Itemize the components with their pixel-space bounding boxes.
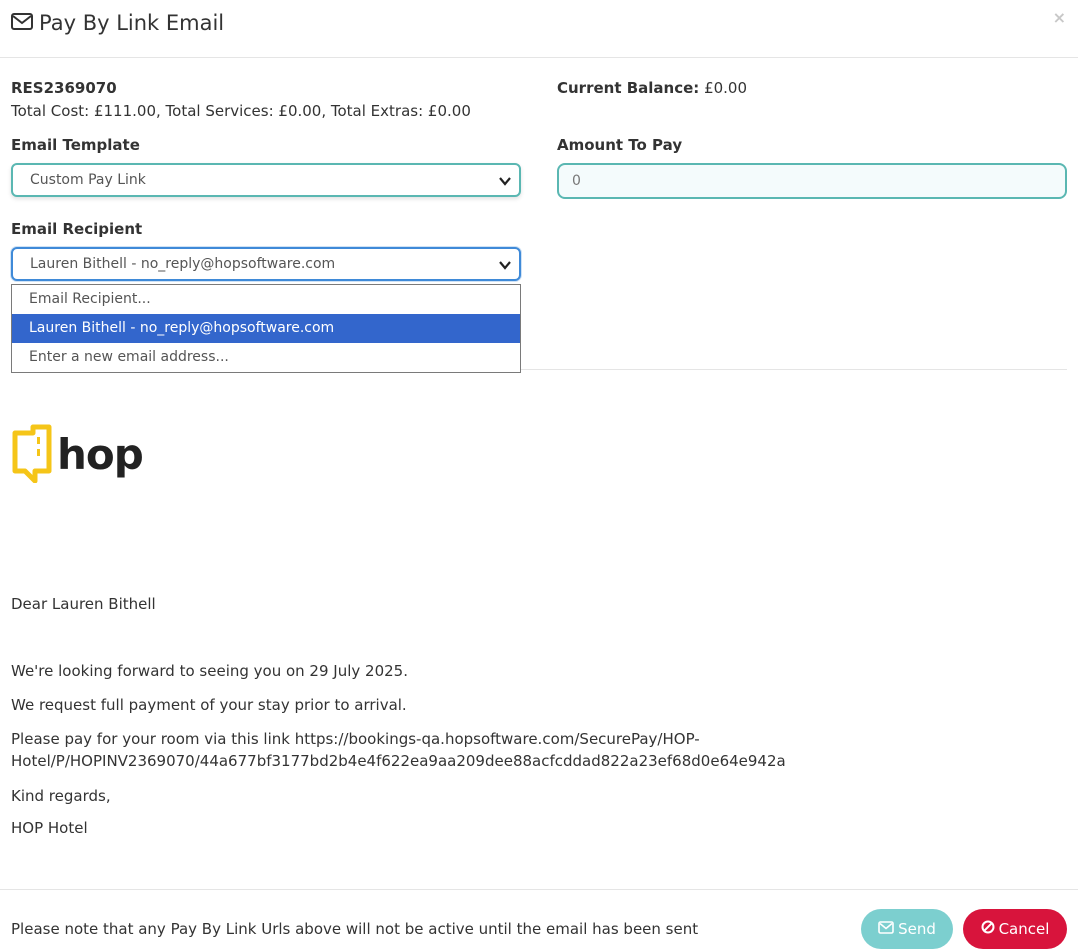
email-recipient-value: Lauren Bithell - no_reply@hopsoftware.co…	[30, 256, 336, 272]
modal-title-text: Pay By Link Email	[39, 11, 225, 35]
email-recipient-select[interactable]: Lauren Bithell - no_reply@hopsoftware.co…	[11, 247, 521, 281]
chevron-down-icon	[498, 174, 512, 192]
email-line-3b: Hotel/P/HOPINV2369070/44a677bf3177bd2b4e…	[11, 752, 786, 770]
email-template-select[interactable]: Custom Pay Link	[11, 163, 521, 197]
current-balance: Current Balance: £0.00	[557, 79, 747, 97]
email-recipient-dropdown: Email Recipient... Lauren Bithell - no_r…	[11, 284, 521, 373]
dropdown-option[interactable]: Enter a new email address...	[12, 343, 520, 372]
email-greeting: Dear Lauren Bithell	[11, 595, 156, 613]
current-balance-value: £0.00	[704, 79, 748, 97]
modal-header: Pay By Link Email ×	[0, 0, 1078, 58]
current-balance-label: Current Balance:	[557, 79, 700, 97]
email-signoff: Kind regards,	[11, 787, 111, 805]
email-template-value: Custom Pay Link	[30, 172, 146, 188]
hop-logo-text: hop	[57, 430, 144, 479]
send-button-label: Send	[898, 920, 936, 938]
hop-logo: hop	[11, 423, 144, 487]
email-line-3a: Please pay for your room via this link h…	[11, 730, 700, 748]
email-recipient-label: Email Recipient	[11, 220, 143, 238]
cancel-button-label: Cancel	[998, 920, 1050, 938]
footer-note: Please note that any Pay By Link Urls ab…	[11, 920, 699, 938]
hop-logo-icon	[11, 423, 53, 487]
dropdown-option-selected[interactable]: Lauren Bithell - no_reply@hopsoftware.co…	[12, 314, 520, 343]
pay-by-link-modal: Pay By Link Email × RES2369070 Total Cos…	[0, 0, 1078, 951]
envelope-icon	[878, 920, 898, 938]
reservation-ref: RES2369070	[11, 79, 117, 97]
email-signature: HOP Hotel	[11, 819, 88, 837]
footer-divider	[0, 889, 1078, 890]
cancel-button[interactable]: Cancel	[963, 909, 1067, 949]
amount-to-pay-input[interactable]: 0	[557, 163, 1067, 199]
section-divider	[521, 369, 1067, 370]
amount-to-pay-label: Amount To Pay	[557, 136, 683, 154]
envelope-icon	[11, 11, 39, 35]
ban-icon	[981, 920, 999, 938]
email-template-label: Email Template	[11, 136, 140, 154]
send-button[interactable]: Send	[861, 909, 953, 949]
close-icon[interactable]: ×	[1053, 8, 1066, 27]
dropdown-option[interactable]: Email Recipient...	[12, 285, 520, 314]
chevron-down-icon	[498, 258, 512, 276]
email-line-2: We request full payment of your stay pri…	[11, 696, 407, 714]
reservation-totals: Total Cost: £111.00, Total Services: £0.…	[11, 102, 471, 120]
modal-title: Pay By Link Email	[11, 11, 224, 35]
email-line-1: We're looking forward to seeing you on 2…	[11, 662, 408, 680]
